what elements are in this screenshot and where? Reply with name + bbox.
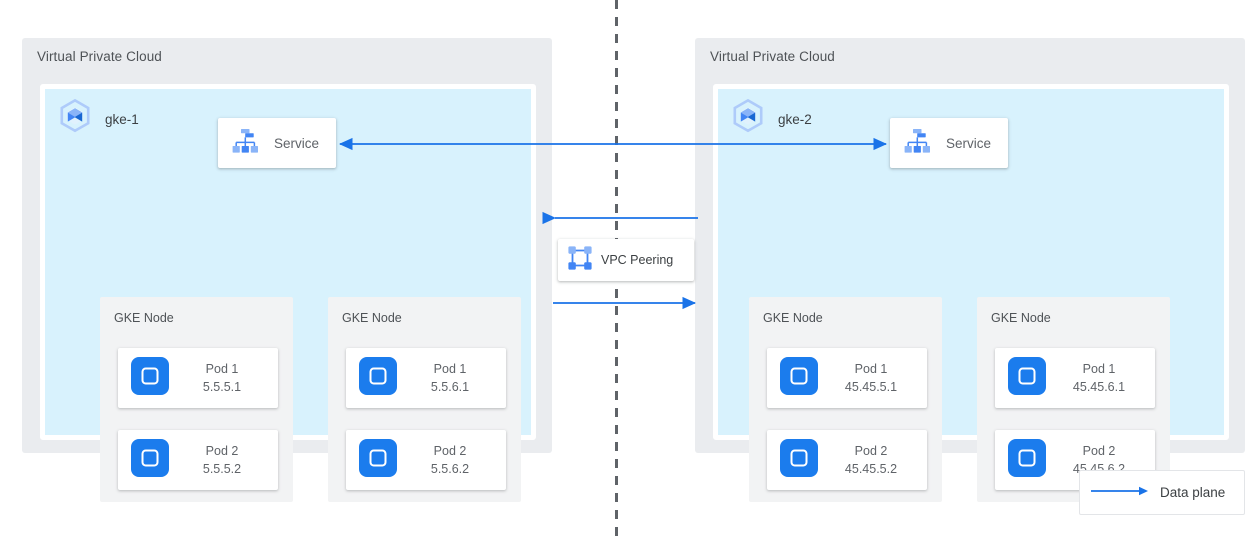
pod-text: Pod 2 5.5.6.2 (398, 442, 506, 478)
pod-ip: 45.45.5.1 (844, 380, 898, 394)
service-chip-right[interactable]: Service (890, 118, 1008, 168)
gke-node-left-2: GKE Node Pod 1 5.5.6.1 Pod 2 5.5.6.2 (328, 297, 521, 502)
pod-card[interactable]: Pod 2 45.45.5.2 (767, 430, 927, 490)
pod-name: Pod 1 (1082, 361, 1116, 376)
pod-card[interactable]: Pod 1 5.5.6.1 (346, 348, 506, 408)
vpc-container-left: Virtual Private Cloud gke-1 GKE Node Pod… (22, 38, 552, 502)
vpc-peering-icon (565, 243, 595, 278)
pod-icon (130, 438, 170, 483)
gke-node-right-1: GKE Node Pod 1 45.45.5.1 Pod 2 45.45.5.2 (749, 297, 942, 502)
pod-text: Pod 2 5.5.5.2 (170, 442, 278, 478)
pod-ip: 45.45.5.2 (844, 462, 898, 476)
pod-name: Pod 1 (433, 361, 467, 376)
vpc-peering-label: VPC Peering (601, 253, 674, 267)
pod-icon (779, 438, 819, 483)
cluster-name-left: gke-1 (105, 112, 139, 127)
gke-node-left-1: GKE Node Pod 1 5.5.5.1 Pod 2 5.5.5.2 (100, 297, 293, 502)
vpc-peering-chip[interactable]: VPC Peering (558, 239, 694, 281)
diagram-canvas: Virtual Private Cloud gke-1 GKE Node Pod… (0, 0, 1245, 539)
pod-text: Pod 2 45.45.5.2 (819, 442, 927, 478)
pod-ip: 5.5.6.1 (430, 380, 470, 394)
pod-name: Pod 1 (205, 361, 239, 376)
pod-ip: 5.5.5.1 (202, 380, 242, 394)
pod-text: Pod 1 45.45.5.1 (819, 360, 927, 396)
arrow-right-icon (1090, 484, 1150, 502)
vpc-title-right: Virtual Private Cloud (710, 49, 835, 64)
legend: Data plane (1079, 470, 1245, 515)
cluster-header-left: gke-1 (55, 97, 139, 142)
pod-ip: 5.5.5.2 (202, 462, 242, 476)
pod-card[interactable]: Pod 1 45.45.6.1 (995, 348, 1155, 408)
gke-cluster-icon (55, 97, 95, 142)
pod-name: Pod 2 (1082, 443, 1116, 458)
legend-label: Data plane (1160, 485, 1226, 500)
pod-ip: 45.45.6.1 (1072, 380, 1126, 394)
cluster-name-right: gke-2 (778, 112, 812, 127)
service-chip-left[interactable]: Service (218, 118, 336, 168)
service-label: Service (274, 135, 320, 151)
vpc-title-left: Virtual Private Cloud (37, 49, 162, 64)
pod-name: Pod 1 (854, 361, 888, 376)
pod-card[interactable]: Pod 2 5.5.6.2 (346, 430, 506, 490)
gke-node-title: GKE Node (342, 311, 402, 325)
gke-node-title: GKE Node (991, 311, 1051, 325)
gke-node-title: GKE Node (763, 311, 823, 325)
pod-icon (358, 438, 398, 483)
pod-card[interactable]: Pod 1 5.5.5.1 (118, 348, 278, 408)
service-icon (902, 126, 932, 161)
pod-text: Pod 1 5.5.5.1 (170, 360, 278, 396)
gke-cluster-icon (728, 97, 768, 142)
pod-name: Pod 2 (205, 443, 239, 458)
pod-card[interactable]: Pod 1 45.45.5.1 (767, 348, 927, 408)
pod-icon (130, 356, 170, 401)
pod-card[interactable]: Pod 2 5.5.5.2 (118, 430, 278, 490)
pod-ip: 5.5.6.2 (430, 462, 470, 476)
service-icon (230, 126, 260, 161)
vpc-container-right: Virtual Private Cloud gke-2 GKE Node Pod… (695, 38, 1245, 502)
pod-icon (1007, 438, 1047, 483)
pod-name: Pod 2 (854, 443, 888, 458)
pod-text: Pod 1 45.45.6.1 (1047, 360, 1155, 396)
pod-name: Pod 2 (433, 443, 467, 458)
pod-icon (1007, 356, 1047, 401)
pod-text: Pod 1 5.5.6.1 (398, 360, 506, 396)
cluster-header-right: gke-2 (728, 97, 812, 142)
service-label: Service (946, 135, 992, 151)
gke-node-title: GKE Node (114, 311, 174, 325)
pod-icon (358, 356, 398, 401)
pod-icon (779, 356, 819, 401)
